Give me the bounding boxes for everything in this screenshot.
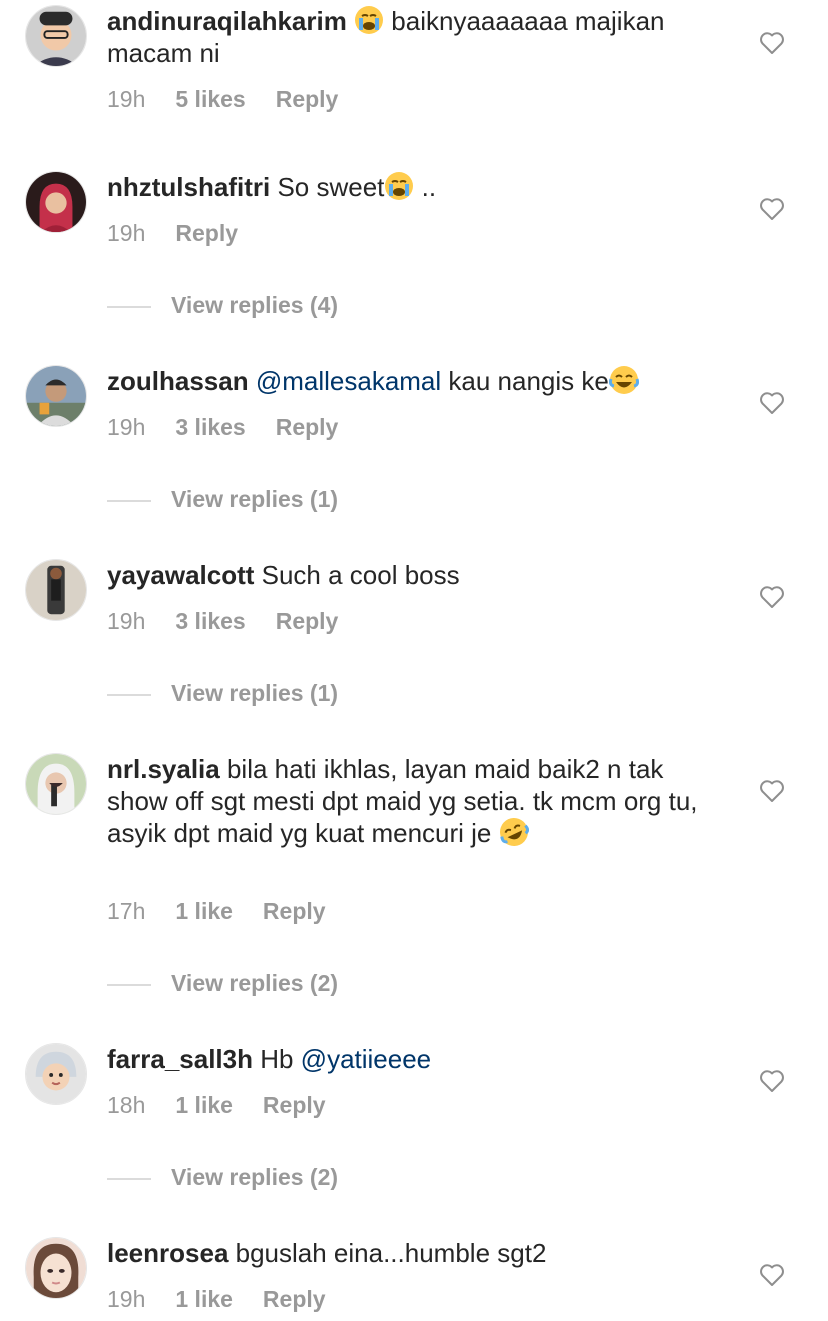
divider-line xyxy=(107,305,151,308)
heart-icon[interactable] xyxy=(759,391,785,415)
likes-count[interactable]: 3 likes xyxy=(175,608,245,634)
timestamp: 19h xyxy=(107,86,146,112)
reply-button[interactable]: Reply xyxy=(175,220,238,246)
username[interactable]: andinuraqilahkarim xyxy=(107,6,347,36)
comment-text: yayawalcott Such a cool boss xyxy=(107,559,727,591)
view-replies-label[interactable]: View replies (1) xyxy=(171,680,338,706)
avatar[interactable] xyxy=(25,1043,87,1105)
view-replies-label[interactable]: View replies (2) xyxy=(171,970,338,996)
comment-body: Hb xyxy=(252,1044,301,1074)
comment-meta: 19h 5 likes Reply xyxy=(107,86,368,113)
divider-line xyxy=(107,983,151,986)
comment-text: farra_sall3h Hb @yatiieeee xyxy=(107,1043,727,1075)
likes-count[interactable]: 1 like xyxy=(175,898,233,924)
comment-text: leenrosea bguslah eina...humble sgt2 xyxy=(107,1237,727,1269)
comment-text: zoulhassan @mallesakamal kau nangis ke xyxy=(107,365,727,397)
view-replies-button[interactable]: View replies (2) xyxy=(107,970,338,997)
rofl-face-icon xyxy=(499,817,529,847)
username[interactable]: farra_sall3h xyxy=(107,1044,253,1074)
crying-face-icon xyxy=(354,5,384,35)
comment-body: So sweet xyxy=(277,172,385,202)
avatar[interactable] xyxy=(25,1237,87,1299)
avatar[interactable] xyxy=(25,559,87,621)
username[interactable]: nhztulshafitri xyxy=(107,172,270,202)
avatar[interactable] xyxy=(25,5,87,67)
likes-count[interactable]: 1 like xyxy=(175,1092,233,1118)
username[interactable]: leenrosea xyxy=(107,1238,228,1268)
comment-meta: 19h Reply xyxy=(107,220,268,247)
heart-icon[interactable] xyxy=(759,585,785,609)
view-replies-button[interactable]: View replies (2) xyxy=(107,1164,338,1191)
mention-link[interactable]: @mallesakamal xyxy=(256,366,441,396)
reply-button[interactable]: Reply xyxy=(276,86,339,112)
heart-icon[interactable] xyxy=(759,1263,785,1287)
username[interactable]: zoulhassan xyxy=(107,366,249,396)
heart-icon[interactable] xyxy=(759,197,785,221)
timestamp: 19h xyxy=(107,414,146,440)
timestamp: 18h xyxy=(107,1092,146,1118)
mention-link[interactable]: @yatiieeee xyxy=(301,1044,431,1074)
comment-text: nrl.syalia bila hati ikhlas, layan maid … xyxy=(107,753,717,849)
comment-meta: 19h 3 likes Reply xyxy=(107,414,368,441)
heart-icon[interactable] xyxy=(759,31,785,55)
likes-count[interactable]: 5 likes xyxy=(175,86,245,112)
reply-button[interactable]: Reply xyxy=(276,414,339,440)
comment-text: nhztulshafitri So sweet .. xyxy=(107,171,727,203)
timestamp: 19h xyxy=(107,220,146,246)
reply-button[interactable]: Reply xyxy=(263,898,326,924)
username[interactable]: nrl.syalia xyxy=(107,754,220,784)
comment-meta: 19h 3 likes Reply xyxy=(107,608,368,635)
comment-body: Such a cool boss xyxy=(254,560,460,590)
avatar[interactable] xyxy=(25,171,87,233)
comment-body: kau nangis ke xyxy=(441,366,609,396)
view-replies-button[interactable]: View replies (4) xyxy=(107,292,338,319)
view-replies-button[interactable]: View replies (1) xyxy=(107,680,338,707)
reply-button[interactable]: Reply xyxy=(276,608,339,634)
crying-face-icon xyxy=(384,171,414,201)
likes-count[interactable]: 1 like xyxy=(175,1286,233,1312)
reply-button[interactable]: Reply xyxy=(263,1092,326,1118)
comment-body-end: .. xyxy=(414,172,437,202)
view-replies-label[interactable]: View replies (2) xyxy=(171,1164,338,1190)
timestamp: 19h xyxy=(107,1286,146,1312)
comment-meta: 17h 1 like Reply xyxy=(107,898,356,925)
likes-count[interactable]: 3 likes xyxy=(175,414,245,440)
view-replies-button[interactable]: View replies (1) xyxy=(107,486,338,513)
joy-face-icon xyxy=(608,365,639,395)
avatar[interactable] xyxy=(25,365,87,427)
divider-line xyxy=(107,499,151,502)
heart-icon[interactable] xyxy=(759,1069,785,1093)
avatar[interactable] xyxy=(25,753,87,815)
heart-icon[interactable] xyxy=(759,779,785,803)
reply-button[interactable]: Reply xyxy=(263,1286,326,1312)
timestamp: 17h xyxy=(107,898,146,924)
comment-body: bguslah eina...humble sgt2 xyxy=(228,1238,547,1268)
divider-line xyxy=(107,1177,151,1180)
comment-text: andinuraqilahkarim baiknyaaaaaaa majikan… xyxy=(107,5,727,69)
username[interactable]: yayawalcott xyxy=(107,560,254,590)
timestamp: 19h xyxy=(107,608,146,634)
view-replies-label[interactable]: View replies (4) xyxy=(171,292,338,318)
divider-line xyxy=(107,693,151,696)
view-replies-label[interactable]: View replies (1) xyxy=(171,486,338,512)
comment-meta: 19h 1 like Reply xyxy=(107,1286,356,1313)
comment-meta: 18h 1 like Reply xyxy=(107,1092,356,1119)
